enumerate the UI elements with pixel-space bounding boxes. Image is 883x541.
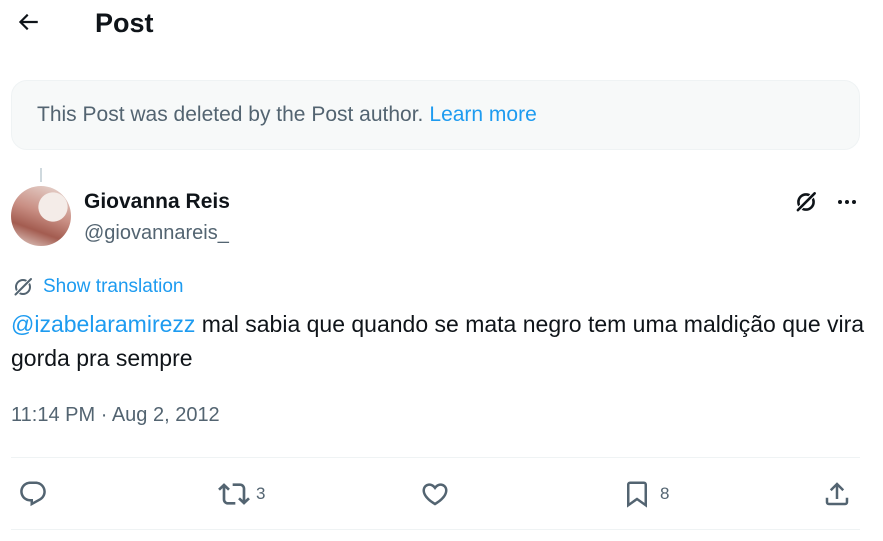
post-time[interactable]: 11:14 PM <box>11 404 95 426</box>
post-text: @izabelaramirezz mal sabia que quando se… <box>11 307 871 375</box>
show-translation-button[interactable]: Show translation <box>11 273 183 301</box>
divider <box>11 457 860 458</box>
deleted-post-notice: This Post was deleted by the Post author… <box>11 80 860 150</box>
mention-link[interactable]: @izabelaramirezz <box>11 311 195 337</box>
more-horizontal-icon <box>838 200 856 204</box>
arrow-left-icon <box>18 13 38 31</box>
reply-icon <box>20 481 46 507</box>
avatar[interactable] <box>11 186 71 246</box>
timestamp-separator: · <box>100 404 108 426</box>
page-title: Post <box>95 8 154 38</box>
like-button[interactable] <box>420 478 458 510</box>
grok-icon <box>795 191 817 213</box>
thread-connector-line <box>40 168 42 182</box>
more-options-button[interactable] <box>833 188 861 216</box>
back-button[interactable] <box>12 6 44 38</box>
deleted-notice-text: This Post was deleted by the Post author… <box>37 103 424 126</box>
post-timestamp: 11:14 PM · Aug 2, 2012 <box>11 401 220 429</box>
author-handle[interactable]: @giovannareis_ <box>84 220 229 246</box>
heart-icon <box>422 483 448 506</box>
learn-more-link[interactable]: Learn more <box>429 103 536 127</box>
show-translation-label: Show translation <box>43 276 184 297</box>
divider <box>11 529 860 530</box>
repost-button[interactable]: 3 <box>218 478 265 510</box>
bookmark-icon <box>627 481 647 508</box>
author-display-name[interactable]: Giovanna Reis <box>84 188 230 216</box>
repost-count: 3 <box>256 484 266 503</box>
grok-button[interactable] <box>792 188 820 216</box>
grok-translate-icon <box>13 277 33 297</box>
bookmark-count: 8 <box>660 484 670 503</box>
top-bar: Post <box>0 0 883 48</box>
bookmark-button[interactable]: 8 <box>622 478 669 510</box>
share-button[interactable] <box>822 478 852 510</box>
reply-button[interactable] <box>18 478 56 510</box>
share-icon <box>825 482 849 506</box>
post-date[interactable]: Aug 2, 2012 <box>112 404 220 426</box>
repost-icon <box>218 483 250 505</box>
